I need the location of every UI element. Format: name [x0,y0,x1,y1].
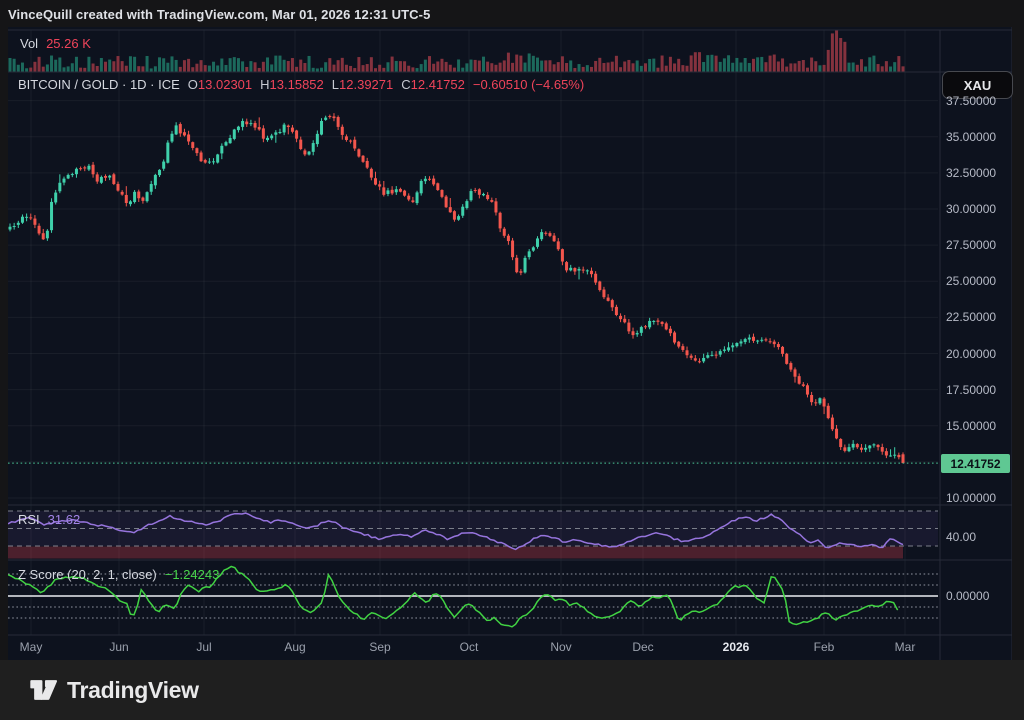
price-axis-label: 10.00000 [946,491,996,505]
price-axis-label: 17.50000 [946,383,996,397]
price-axis-label: 27.50000 [946,238,996,252]
ohlc-low: L12.39271 [332,77,393,92]
price-axis-label: 35.00000 [946,130,996,144]
time-axis-label: Aug [265,640,325,654]
price-axis-label: 15.00000 [946,419,996,433]
rsi-value: 31.62 [48,512,81,527]
ohlc-open: O13.02301 [188,77,252,92]
footer-bar: TradingView [0,660,1024,720]
ohlc-close: C12.41752 [401,77,465,92]
price-axis-label: 25.00000 [946,274,996,288]
symbol-title: BITCOIN / GOLD · 1D · ICE [18,77,180,92]
zscore-axis-label: 0.00000 [946,589,989,603]
tradingview-logo[interactable]: TradingView [30,677,199,704]
rsi-axis-label: 40.00 [946,530,976,544]
page: { "header": { "text": "VinceQuill create… [0,0,1024,720]
time-axis-label: Feb [794,640,854,654]
ohlc-high: H13.15852 [260,77,324,92]
volume-value: 25.26 K [46,36,91,51]
time-axis-label: 2026 [706,640,766,654]
chart-canvas[interactable] [8,27,1012,660]
time-axis-label: May [1,640,61,654]
price-axis-label: 32.50000 [946,166,996,180]
price-axis-label: 30.00000 [946,202,996,216]
zscore-legend: Z Score (20, 2, 1, close) −1.24243 [18,567,219,582]
time-axis-label: Jun [89,640,149,654]
time-axis-label: Dec [613,640,673,654]
rsi-legend: RSI 31.62 [18,512,80,527]
time-axis-label: Sep [350,640,410,654]
price-axis-label: 37.50000 [946,94,996,108]
rsi-label: RSI [18,512,40,527]
time-axis-label: Jul [174,640,234,654]
last-price-badge: 12.41752 [941,454,1010,473]
time-axis-label: Oct [439,640,499,654]
time-axis-label: Mar [875,640,935,654]
attribution-header: VinceQuill created with TradingView.com,… [8,7,430,22]
zscore-value: −1.24243 [165,567,220,582]
price-axis-label: 20.00000 [946,347,996,361]
change-value: −0.60510 (−4.65%) [473,77,584,92]
time-axis-label: Nov [531,640,591,654]
tradingview-logo-icon [30,677,58,703]
volume-legend: Vol 25.26 K [20,36,91,51]
chart-widget [8,27,1012,660]
price-axis-label: 22.50000 [946,310,996,324]
tradingview-logo-text: TradingView [67,677,199,704]
zscore-label: Z Score (20, 2, 1, close) [18,567,157,582]
volume-label: Vol [20,36,38,51]
symbol-legend: BITCOIN / GOLD · 1D · ICE O13.02301 H13.… [18,77,584,92]
